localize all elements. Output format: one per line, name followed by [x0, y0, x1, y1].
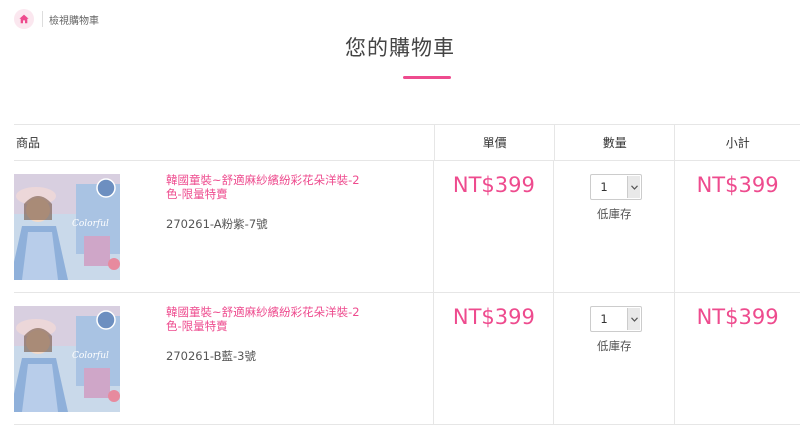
quantity-value: 1: [600, 312, 608, 326]
stock-status: 低庫存: [596, 207, 632, 221]
product-thumbnail[interactable]: Colorful: [14, 306, 120, 412]
product-cell: Colorful 韓國童裝~舒適麻紗繽紛彩花朵洋裝-2色-限量特賣 270261…: [14, 161, 433, 292]
quantity-select[interactable]: 1: [590, 306, 643, 332]
quantity-cell: 1 低庫存: [553, 293, 674, 424]
breadcrumb-separator: [42, 11, 43, 27]
chevron-down-icon: [627, 176, 641, 198]
quantity-cell: 1 低庫存: [553, 161, 674, 292]
home-icon: [19, 14, 29, 24]
subtotal-cell: NT$399: [674, 293, 800, 424]
page-title: 您的購物車: [345, 36, 455, 60]
cart-item-row: Colorful 韓國童裝~舒適麻紗繽紛彩花朵洋裝-2色-限量特賣 270261…: [14, 161, 800, 293]
product-cell: Colorful 韓國童裝~舒適麻紗繽紛彩花朵洋裝-2色-限量特賣 270261…: [14, 293, 433, 424]
svg-text:Colorful: Colorful: [72, 219, 109, 229]
product-name-link[interactable]: 韓國童裝~舒適麻紗繽紛彩花朵洋裝-2色-限量特賣: [166, 173, 366, 201]
product-variant: 270261-A粉紫-7號: [166, 217, 268, 231]
quantity-value: 1: [600, 180, 608, 194]
cart-item-row: Colorful 韓國童裝~舒適麻紗繽紛彩花朵洋裝-2色-限量特賣 270261…: [14, 293, 800, 425]
breadcrumb-current: 檢視購物車: [49, 15, 99, 27]
price-cell: NT$399: [433, 161, 553, 292]
header-price: 單價: [434, 125, 554, 160]
subtotal-cell: NT$399: [674, 161, 800, 292]
subtotal-amount: NT$399: [696, 305, 779, 329]
quantity-select[interactable]: 1: [590, 174, 643, 200]
cart-table: 商品 單價 數量 小計 Colorful 韓國童裝~舒適麻紗繽紛彩花朵洋裝-2色…: [14, 124, 800, 425]
price-cell: NT$399: [433, 293, 553, 424]
title-underline: [403, 76, 451, 79]
unit-price: NT$399: [452, 173, 535, 197]
breadcrumb: 檢視購物車: [14, 8, 99, 30]
subtotal-amount: NT$399: [696, 173, 779, 197]
stock-status: 低庫存: [596, 339, 632, 353]
svg-text:Colorful: Colorful: [72, 351, 109, 361]
header-quantity: 數量: [553, 125, 675, 160]
home-button[interactable]: [14, 9, 34, 29]
product-thumbnail[interactable]: Colorful: [14, 174, 120, 280]
header-product: 商品: [16, 136, 41, 150]
chevron-down-icon: [627, 308, 641, 330]
header-subtotal: 小計: [674, 125, 800, 160]
product-variant: 270261-B藍-3號: [166, 349, 256, 363]
table-header: 商品 單價 數量 小計: [14, 125, 800, 161]
unit-price: NT$399: [452, 305, 535, 329]
product-name-link[interactable]: 韓國童裝~舒適麻紗繽紛彩花朵洋裝-2色-限量特賣: [166, 305, 366, 333]
